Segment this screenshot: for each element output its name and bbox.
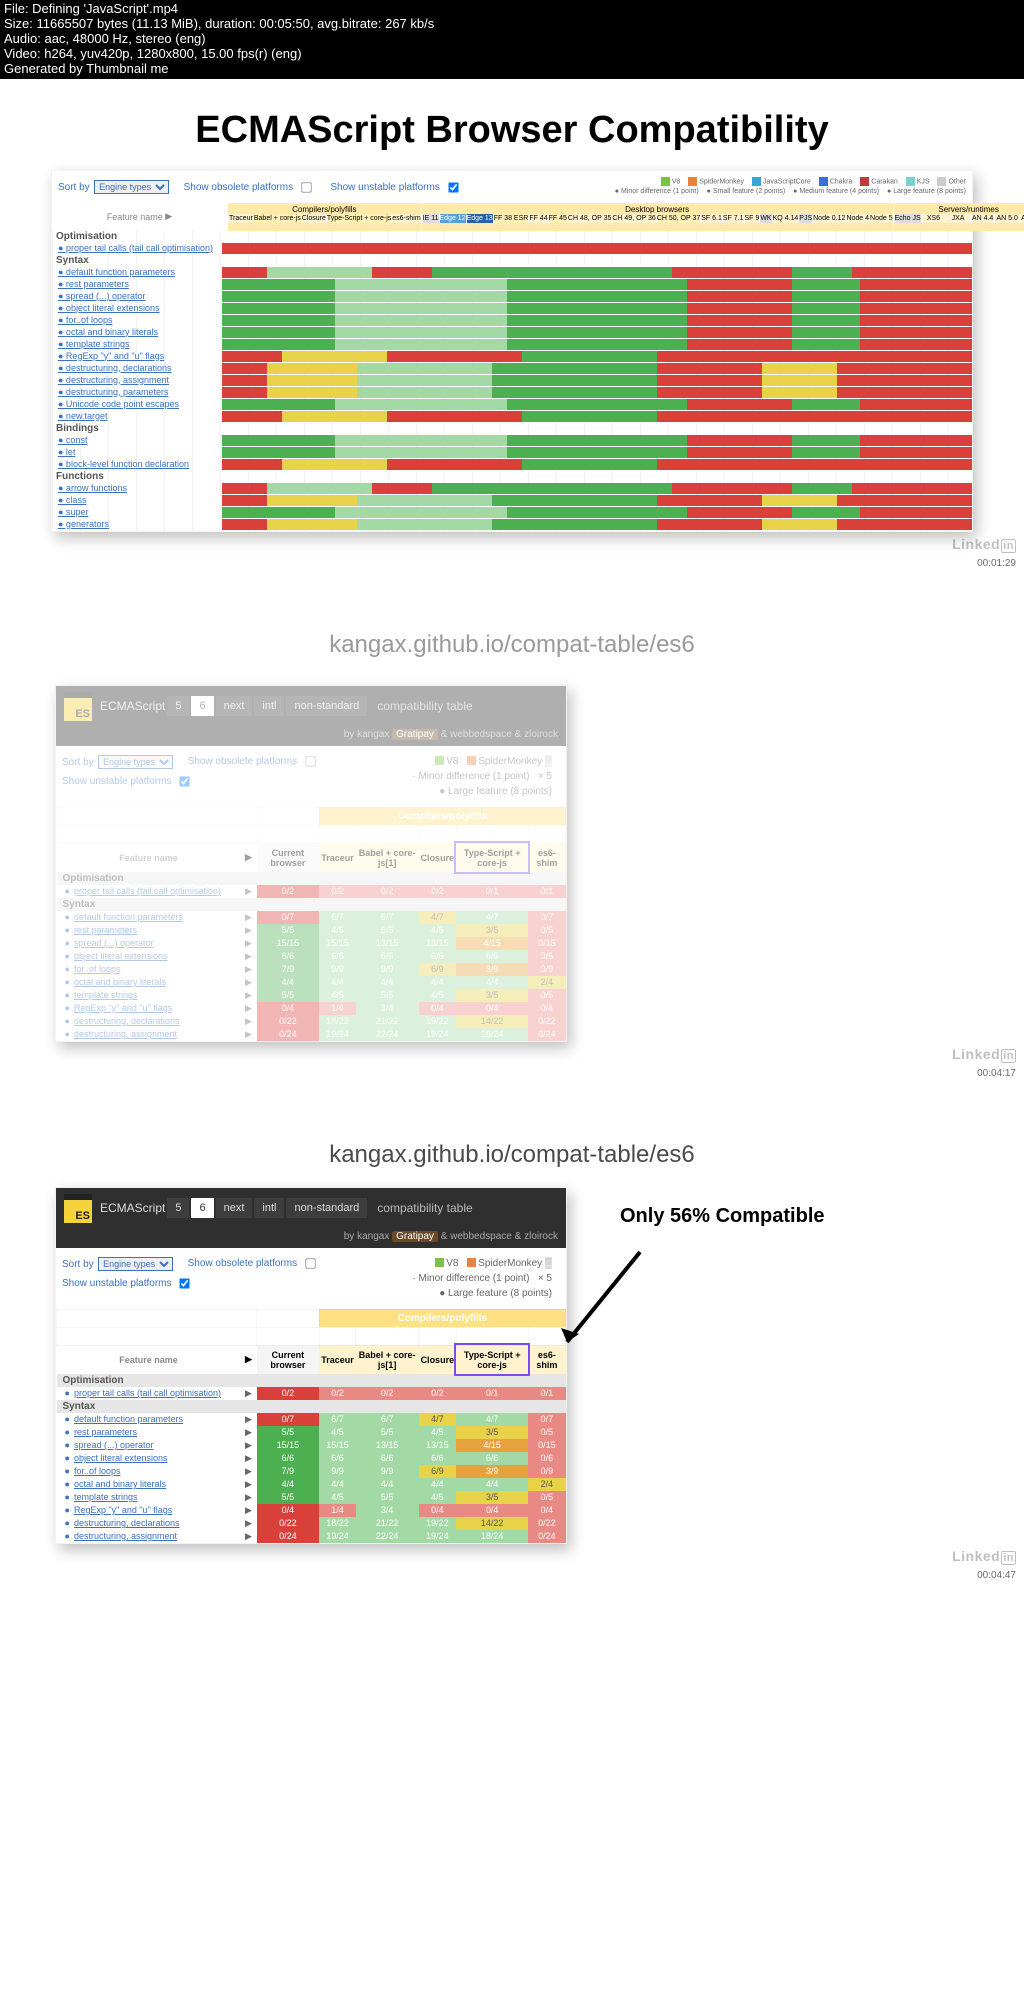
table-row: ●octal and binary literals▶4/44/44/44/44…	[57, 976, 566, 989]
table-row: ●template strings▶5/54/55/54/53/50/5	[57, 1491, 566, 1504]
feature-link[interactable]: object literal extensions	[74, 951, 168, 961]
feature-link[interactable]: spread (...) operator	[74, 938, 154, 948]
feature-link[interactable]: default function parameters	[74, 912, 183, 922]
tab-6[interactable]: 6	[191, 1198, 213, 1218]
info-gen: Generated by Thumbnail me	[4, 62, 1020, 77]
legend-2: V8 SpiderMonkey ▒ · Minor difference (1 …	[404, 752, 560, 801]
info-video: Video: h264, yuv420p, 1280x800, 15.00 fp…	[4, 47, 1020, 62]
watermark-1: Linkedin 00:01:29	[0, 532, 1024, 571]
feature-link[interactable]: object literal extensions	[74, 1453, 168, 1463]
show-obsolete-3[interactable]: Show obsolete platforms	[188, 1254, 320, 1273]
show-obsolete-2[interactable]: Show obsolete platforms	[188, 752, 320, 771]
table-row: ●for..of loops▶7/99/99/96/93/90/9	[57, 963, 566, 976]
watermark-2: Linkedin 00:04:17	[0, 1042, 1024, 1081]
compat-screenshot-2: ES ECMAScript 5 6 next intl non-standard…	[55, 685, 567, 1042]
tab-intl[interactable]: intl	[254, 1198, 284, 1218]
table-row: ●destructuring, declarations▶0/2218/2221…	[57, 1517, 566, 1530]
tab-6[interactable]: 6	[191, 696, 213, 716]
table-row: ●proper tail calls (tail call optimisati…	[57, 1387, 566, 1400]
sort-select-2[interactable]: Engine types	[98, 755, 173, 769]
feature-link[interactable]: default function parameters	[74, 1414, 183, 1424]
thumbnail-info-bar: File: Defining 'JavaScript'.mp4 Size: 11…	[0, 0, 1024, 79]
table-row: ●object literal extensions▶6/66/66/66/66…	[57, 1452, 566, 1465]
show-obsolete-toggle[interactable]: Show obsolete platforms	[184, 178, 316, 197]
table-row: ●RegExp "y" and "u" flags▶0/41/43/40/40/…	[57, 1002, 566, 1015]
table-row: ●spread (...) operator▶15/1515/1513/1513…	[57, 937, 566, 950]
watermark-3: Linkedin 00:04:47	[0, 1544, 1024, 1583]
feature-link[interactable]: for..of loops	[74, 1466, 121, 1476]
feature-link[interactable]: template strings	[74, 1492, 138, 1502]
tab-next[interactable]: next	[216, 696, 253, 716]
table-row: ●template strings▶5/54/55/54/53/50/5	[57, 989, 566, 1002]
table-row: ●rest parameters▶5/54/55/54/53/50/5	[57, 1426, 566, 1439]
slide-title: ECMAScript Browser Compatibility	[0, 109, 1024, 152]
tab-nonstandard[interactable]: non-standard	[286, 696, 367, 716]
tab-next[interactable]: next	[216, 1198, 253, 1218]
feature-link[interactable]: destructuring, assignment	[74, 1029, 177, 1039]
compat-screenshot-3: ES ECMAScript 5 6 next intl non-standard…	[55, 1187, 567, 1544]
feature-link[interactable]: destructuring, declarations	[74, 1518, 180, 1528]
feature-link[interactable]: rest parameters	[74, 1427, 137, 1437]
compat-screenshot-1: Sort by Engine types Show obsolete platf…	[51, 170, 973, 532]
sort-select-3[interactable]: Engine types	[98, 1257, 173, 1271]
table-row: ●proper tail calls (tail call optimisati…	[57, 885, 566, 898]
compat-table-2: 64% Compilers/polyfills 60%76%35%56%17% …	[56, 807, 566, 1041]
feature-link[interactable]: RegExp "y" and "u" flags	[74, 1003, 172, 1013]
feature-link[interactable]: octal and binary literals	[74, 1479, 166, 1489]
feature-link[interactable]: RegExp "y" and "u" flags	[74, 1505, 172, 1515]
url-label-faded: kangax.github.io/compat-table/es6	[0, 631, 1024, 659]
show-unstable-2[interactable]: Show unstable platforms	[62, 772, 194, 791]
tab-nonstandard[interactable]: non-standard	[286, 1198, 367, 1218]
table-row: ●default function parameters▶0/76/76/74/…	[57, 1413, 566, 1426]
info-file: File: Defining 'JavaScript'.mp4	[4, 2, 1020, 17]
show-unstable-toggle[interactable]: Show unstable platforms	[330, 178, 462, 197]
table-row: ●object literal extensions▶6/66/66/66/66…	[57, 950, 566, 963]
feature-link[interactable]: destructuring, assignment	[74, 1531, 177, 1541]
tab-5[interactable]: 5	[167, 696, 189, 716]
feature-link[interactable]: spread (...) operator	[74, 1440, 154, 1450]
col-header-groups: Feature name ▶ Compilers/polyfills Trace…	[52, 203, 972, 231]
tab-intl[interactable]: intl	[254, 696, 284, 716]
annotation-text: Only 56% Compatible	[620, 1205, 825, 1228]
compat-matrix: Optimisation● proper tail calls (tail ca…	[52, 231, 972, 531]
table-row: ●octal and binary literals▶4/44/44/44/44…	[57, 1478, 566, 1491]
sort-by-label: Sort by	[58, 182, 90, 193]
sort-select[interactable]: Engine types	[94, 180, 169, 194]
table-row: ●default function parameters▶0/76/76/74/…	[57, 911, 566, 924]
table-row: ●spread (...) operator▶15/1515/1513/1513…	[57, 1439, 566, 1452]
arrow-icon	[555, 1242, 655, 1362]
feature-link[interactable]: proper tail calls (tail call optimisatio…	[74, 886, 221, 896]
table-row: ●destructuring, declarations▶0/2218/2221…	[57, 1015, 566, 1028]
table-row: ●destructuring, assignment▶0/2419/2422/2…	[57, 1028, 566, 1041]
table-row: ●for..of loops▶7/99/99/96/93/90/9	[57, 1465, 566, 1478]
feature-link[interactable]: template strings	[74, 990, 138, 1000]
legend-3: V8 SpiderMonkey ▒ · Minor difference (1 …	[404, 1254, 560, 1303]
table-row: ●RegExp "y" and "u" flags▶0/41/43/40/40/…	[57, 1504, 566, 1517]
compat-table-3: 64% Compilers/polyfills 60%76%35%56%17% …	[56, 1309, 566, 1543]
feature-link[interactable]: octal and binary literals	[74, 977, 166, 987]
es-logo-icon: ES	[64, 692, 92, 721]
info-audio: Audio: aac, 48000 Hz, stereo (eng)	[4, 32, 1020, 47]
show-unstable-3[interactable]: Show unstable platforms	[62, 1274, 194, 1293]
table-row: ●rest parameters▶5/54/55/54/53/50/5	[57, 924, 566, 937]
feature-link[interactable]: destructuring, declarations	[74, 1016, 180, 1026]
es-logo-icon: ES	[64, 1194, 92, 1223]
tab-5[interactable]: 5	[167, 1198, 189, 1218]
url-label: kangax.github.io/compat-table/es6	[0, 1141, 1024, 1169]
info-size: Size: 11665507 bytes (11.13 MiB), durati…	[4, 17, 1020, 32]
feature-link[interactable]: proper tail calls (tail call optimisatio…	[74, 1388, 221, 1398]
engine-legend: V8 SpiderMonkey JavaScriptCore Chakra Ca…	[615, 177, 966, 197]
feature-link[interactable]: rest parameters	[74, 925, 137, 935]
table-row: ●destructuring, assignment▶0/2419/2422/2…	[57, 1530, 566, 1543]
feature-link[interactable]: for..of loops	[74, 964, 121, 974]
